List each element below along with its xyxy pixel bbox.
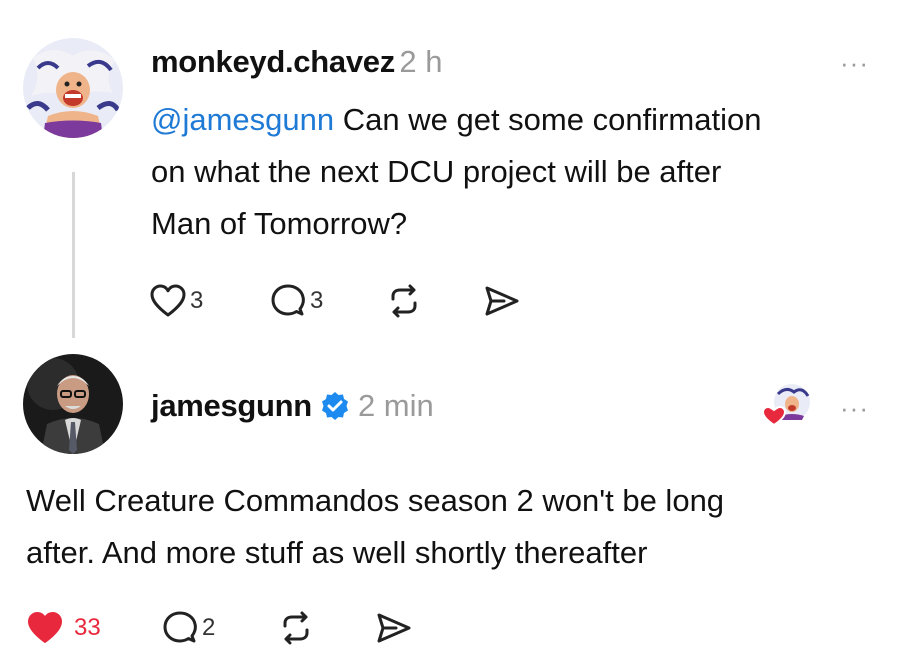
avatar-image	[23, 354, 123, 454]
share-icon	[377, 613, 411, 643]
heart-icon	[150, 284, 186, 317]
post-text-line-1: @jamesgunn Can we get some confirmation	[151, 102, 762, 137]
post-like-count: 3	[190, 287, 204, 314]
reply-time: 2 min	[357, 388, 434, 423]
repost-icon	[391, 284, 417, 318]
avatar-image	[23, 38, 123, 138]
post-like-button[interactable]: 3	[150, 284, 203, 318]
post-more-button[interactable]: ···	[840, 50, 869, 76]
post-reply-count: 3	[310, 287, 324, 314]
verified-badge-icon	[321, 392, 348, 420]
post-username[interactable]: monkeyd.chavez	[151, 44, 395, 79]
reply-reply-count: 2	[202, 614, 216, 641]
post-text-line-3: Man of Tomorrow?	[151, 206, 408, 241]
heart-icon	[28, 612, 62, 643]
comment-icon	[271, 284, 305, 316]
reply-reply-button[interactable]: 2	[162, 611, 215, 645]
reply-header: jamesgunn 2 min	[151, 388, 434, 424]
liker-avatar-icon	[762, 384, 810, 427]
reply-text-line-2: after. And more stuff as well shortly th…	[26, 535, 648, 570]
post-reply-button[interactable]: 3	[270, 284, 323, 318]
post-time: 2 h	[399, 44, 443, 79]
reply-like-count: 33	[74, 614, 101, 641]
reply-repost-button[interactable]	[278, 610, 314, 646]
repost-icon	[283, 611, 309, 645]
post-repost-button[interactable]	[386, 283, 422, 319]
post-mention-link[interactable]: @jamesgunn	[151, 102, 334, 137]
comment-icon	[163, 611, 197, 643]
liked-by-avatar	[762, 382, 814, 428]
reply-like-button[interactable]: 33	[26, 611, 101, 645]
thread-connector-line	[72, 172, 75, 338]
reply-text-line-1: Well Creature Commandos season 2 won't b…	[26, 483, 725, 518]
share-icon	[485, 286, 519, 316]
avatar-jamesgunn[interactable]	[23, 354, 123, 454]
post-text-line-2: on what the next DCU project will be aft…	[151, 154, 722, 189]
avatar-monkeyd-chavez[interactable]	[23, 38, 123, 138]
reply-share-button[interactable]	[376, 612, 412, 644]
reply-username[interactable]: jamesgunn	[151, 388, 312, 424]
reply-more-button[interactable]: ···	[840, 395, 869, 421]
reply-text: Well Creature Commandos season 2 won't b…	[26, 475, 896, 579]
post-share-button[interactable]	[484, 285, 520, 317]
post-text: @jamesgunn Can we get some confirmation …	[151, 94, 891, 250]
post-header: monkeyd.chavez 2 h	[151, 44, 442, 80]
